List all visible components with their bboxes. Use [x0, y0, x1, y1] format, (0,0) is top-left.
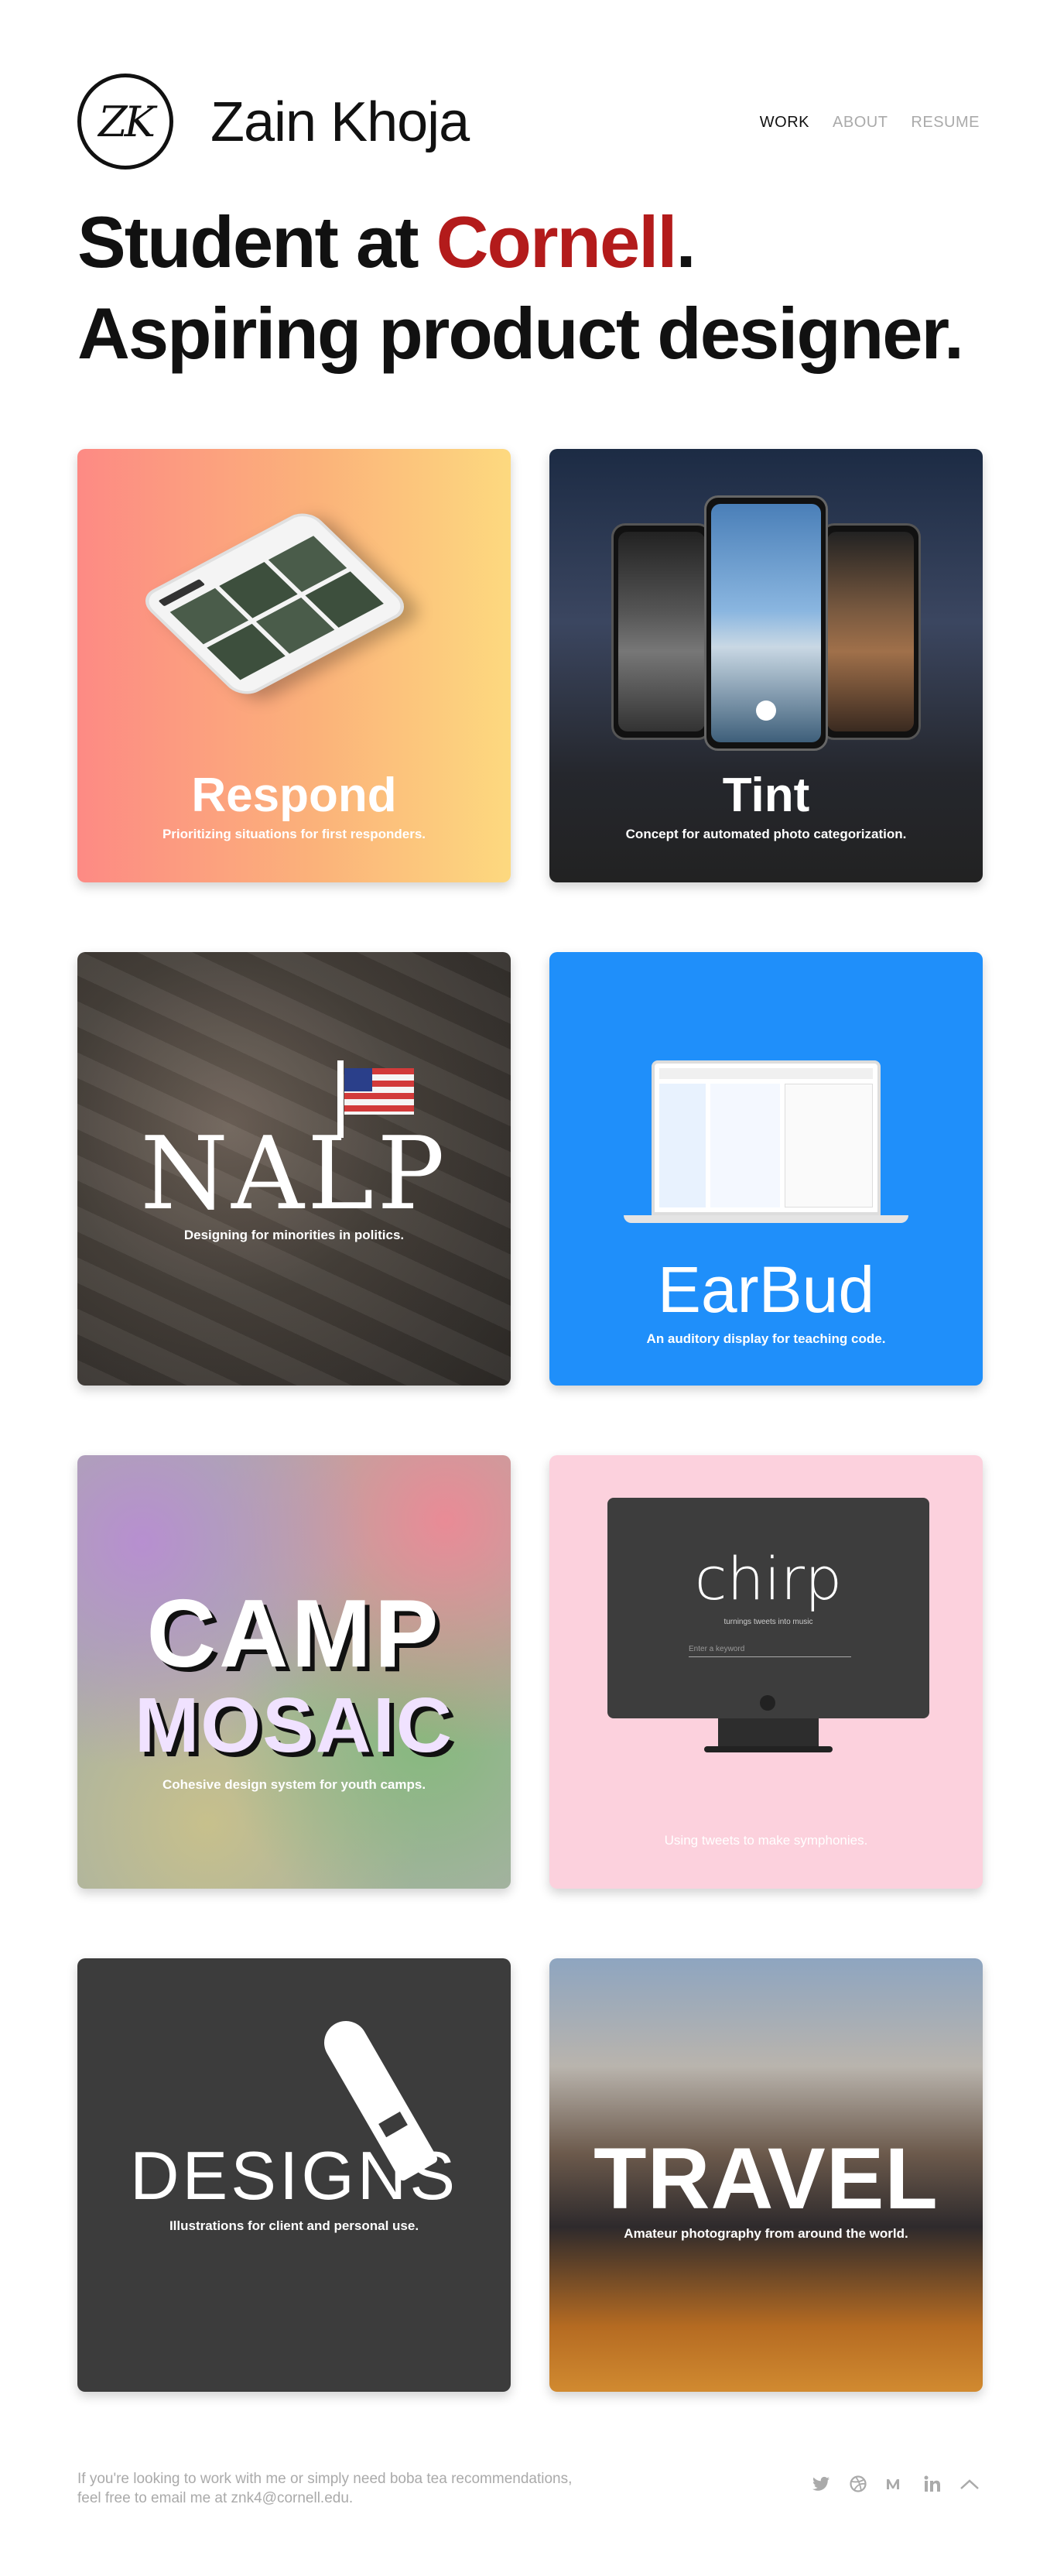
hero-heading: Student at Cornell. Aspiring product des… [77, 197, 964, 379]
card-title: NALP [140, 1115, 448, 1232]
phone-mockup [136, 507, 413, 701]
flag-icon [344, 1068, 414, 1115]
site-header: ZK Zain Khoja WORK ABOUT RESUME [77, 74, 980, 174]
card-title: Respond [191, 769, 397, 822]
card-title: EarBud [657, 1253, 875, 1326]
nav-work[interactable]: WORK [760, 114, 809, 132]
card-subtitle: Designing for minorities in politics. [183, 1228, 405, 1242]
card-title-line-1: CAMP [146, 1581, 442, 1687]
project-card-earbud[interactable]: EarBud An auditory display for teaching … [549, 952, 983, 1386]
keyword-input: Enter a keyword [689, 1642, 851, 1657]
phone-mockup-left [611, 523, 712, 740]
nav-about[interactable]: ABOUT [833, 114, 888, 132]
card-title: Tint [722, 769, 810, 822]
hero-accent: Cornell [436, 201, 678, 283]
monitor-mockup: chirp turnings tweets into music Enter a… [607, 1498, 929, 1718]
project-card-respond[interactable]: Respond Prioritizing situations for firs… [77, 449, 511, 882]
project-card-travel[interactable]: TRAVEL Amateur photography from around t… [549, 1958, 983, 2392]
project-card-chirp[interactable]: chirp turnings tweets into music Enter a… [549, 1455, 983, 1889]
card-subtitle: Illustrations for client and personal us… [169, 2218, 419, 2233]
phone-mockup-right [820, 523, 921, 740]
zk-logo[interactable]: ZK [77, 74, 173, 170]
hero-line-1: Student at Cornell. [77, 201, 696, 283]
linkedin-icon[interactable] [922, 2474, 942, 2494]
hero-line-2: Aspiring product designer. [77, 293, 964, 374]
site-name[interactable]: Zain Khoja [210, 91, 470, 154]
chirp-logo: chirp [694, 1544, 843, 1613]
main-nav: WORK ABOUT RESUME [760, 114, 980, 132]
medium-icon[interactable] [885, 2474, 905, 2494]
footer-social-links [811, 2474, 980, 2494]
card-title-line-2: MOSAIC [135, 1682, 453, 1769]
phone-mockup-center [704, 495, 828, 751]
card-subtitle: Cohesive design system for youth camps. [162, 1777, 426, 1792]
project-card-nalp[interactable]: NALP Designing for minorities in politic… [77, 952, 511, 1386]
project-card-camp-mosaic[interactable]: CAMP MOSAIC Cohesive design system for y… [77, 1455, 511, 1889]
logo-monogram: ZK [98, 97, 156, 146]
footer-message: If you're looking to work with me or sim… [77, 2471, 573, 2506]
card-subtitle: Using tweets to make symphonies. [664, 1833, 868, 1848]
project-card-tint[interactable]: Tint Concept for automated photo categor… [549, 449, 983, 882]
apple-logo-icon [760, 1695, 775, 1711]
card-subtitle: An auditory display for teaching code. [646, 1331, 886, 1346]
laptop-mockup [652, 1060, 881, 1215]
card-subtitle: Prioritizing situations for first respon… [162, 827, 426, 841]
dribbble-icon[interactable] [848, 2474, 868, 2494]
card-subtitle: Concept for automated photo categorizati… [625, 827, 907, 841]
chevron-up-icon[interactable] [960, 2474, 980, 2494]
nav-resume[interactable]: RESUME [911, 114, 980, 132]
card-title: TRAVEL [593, 2130, 939, 2227]
twitter-icon[interactable] [811, 2474, 831, 2494]
card-title: DESIGNS [129, 2137, 459, 2214]
card-subtitle: Amateur photography from around the worl… [624, 2226, 908, 2241]
project-card-designs[interactable]: DESIGNS Illustrations for client and per… [77, 1958, 511, 2392]
